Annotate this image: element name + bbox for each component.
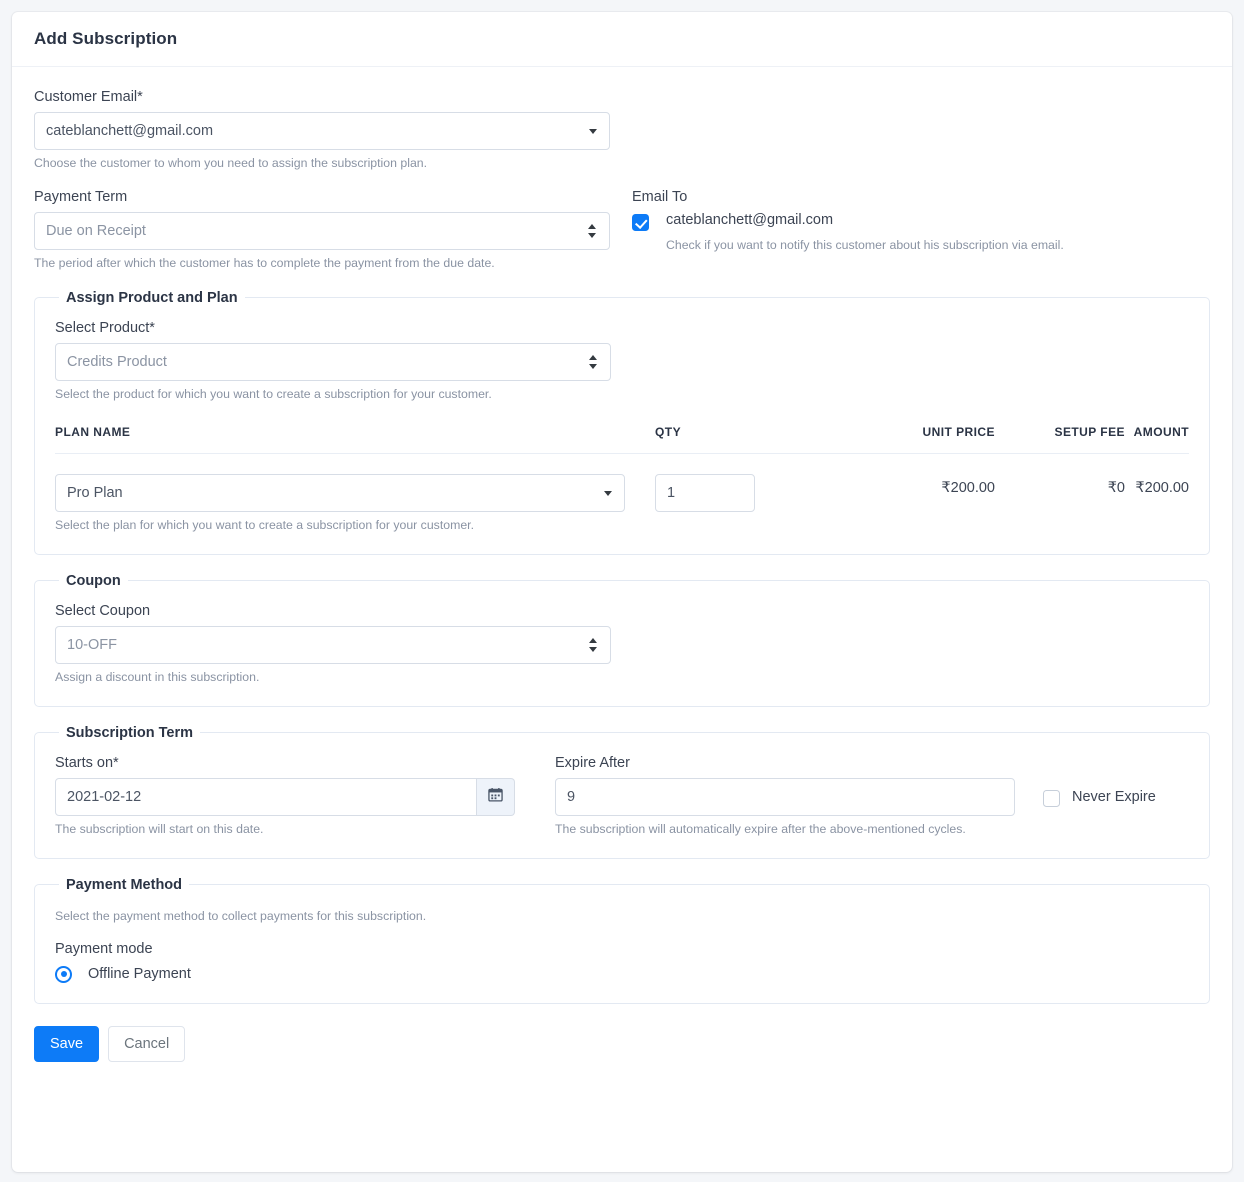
never-expire-label: Never Expire [1072,789,1156,806]
assign-product-and-plan-fieldset: Assign Product and Plan Select Product* … [34,289,1210,555]
payment-mode-option-offline[interactable]: Offline Payment [55,965,1189,983]
starts-on-value: 2021-02-12 [67,788,142,805]
plan-name-value: Pro Plan [67,484,123,501]
email-to-label: Email To [632,188,688,205]
cancel-button[interactable]: Cancel [108,1025,186,1062]
email-to-hint: Check if you want to notify this custome… [666,237,1064,252]
chevron-updown-icon [589,636,599,654]
plan-table-header-setup-fee: SETUP FEE [995,424,1125,454]
expire-after-value: 9 [567,788,576,805]
never-expire-group[interactable]: Never Expire [1043,788,1156,807]
select-product-group: Select Product* Credits Product Select t… [55,320,611,403]
payment-term-label: Payment Term [34,188,128,205]
select-coupon-label: Select Coupon [55,602,151,619]
amount-cell: ₹200.00 [1135,479,1189,496]
form-actions: Save Cancel [34,1022,1210,1062]
assign-product-legend: Assign Product and Plan [66,289,238,306]
table-row: Pro Plan Select the plan for which you w… [55,453,1189,533]
customer-email-hint: Choose the customer to whom you need to … [34,156,428,170]
customer-email-label: Customer Email* [34,89,143,105]
plan-table: PLAN NAME QTY UNIT PRICE SETUP FEE AMOUN… [55,424,1189,534]
select-product-hint: Select the product for which you want to… [55,386,492,401]
select-product-select[interactable]: Credits Product [55,342,611,381]
payment-mode-label: Payment mode [55,940,153,957]
payment-method-legend: Payment Method [66,876,183,893]
qty-input[interactable] [655,473,755,512]
payment-term-select[interactable]: Due on Receipt [34,211,610,250]
email-to-checkbox-row[interactable]: cateblanchett@gmail.com [632,212,1210,231]
subscription-term-legend: Subscription Term [66,724,194,741]
coupon-fieldset: Coupon Select Coupon 10-OFF Assign a dis… [34,572,1210,707]
expire-after-hint: The subscription will automatically expi… [555,821,966,836]
chevron-updown-icon [589,353,599,371]
starts-on-input[interactable]: 2021-02-12 [55,777,477,816]
card-body: Customer Email* cateblanchett@gmail.com … [12,67,1232,1084]
plan-table-header-qty: QTY [655,424,845,454]
select-product-value: Credits Product [67,353,167,370]
starts-on-hint: The subscription will start on this date… [55,821,264,836]
select-coupon-select[interactable]: 10-OFF [55,625,611,664]
save-button[interactable]: Save [34,1025,100,1062]
plan-table-header-plan-name: PLAN NAME [55,424,655,454]
customer-email-value: cateblanchett@gmail.com [46,123,214,139]
starts-on-group: Starts on* 2021-02-12 The subscription w… [55,755,515,838]
select-coupon-value: 10-OFF [67,636,117,653]
plan-table-header-amount: AMOUNT [1125,424,1189,454]
subscription-term-row: Starts on* 2021-02-12 The subscription w… [55,755,1189,838]
chevron-updown-icon [588,222,598,240]
plan-name-cell: Pro Plan Select the plan for which you w… [55,453,655,533]
customer-email-group: Customer Email* cateblanchett@gmail.com … [34,89,610,172]
payment-term-hint: The period after which the customer has … [34,255,495,270]
offline-payment-label: Offline Payment [88,966,191,983]
payment-term-value: Due on Receipt [46,222,146,239]
coupon-legend: Coupon [66,572,121,589]
never-expire-checkbox[interactable] [1043,789,1060,807]
starts-on-label: Starts on* [55,754,119,771]
email-to-email-label: cateblanchett@gmail.com [666,211,834,228]
payment-method-fieldset: Payment Method Select the payment method… [34,876,1210,1004]
plan-table-header-unit-price: UNIT PRICE [845,424,995,454]
expire-after-input[interactable]: 9 [555,777,1015,816]
customer-email-select[interactable]: cateblanchett@gmail.com [34,112,610,150]
add-subscription-card: Add Subscription Customer Email* catebla… [12,12,1232,1172]
plan-table-header-row: PLAN NAME QTY UNIT PRICE SETUP FEE AMOUN… [55,424,1189,454]
setup-fee-cell: ₹0 [1107,479,1125,496]
calendar-icon [488,787,503,807]
starts-on-input-group: 2021-02-12 [55,777,515,816]
plan-name-hint: Select the plan for which you want to cr… [55,517,474,532]
email-to-checkbox[interactable] [632,213,649,231]
email-to-group: Email To cateblanchett@gmail.com Check i… [610,189,1210,272]
payment-term-group: Payment Term Due on Receipt The period a… [34,189,610,272]
card-header: Add Subscription [12,12,1232,67]
plan-name-select[interactable]: Pro Plan [55,473,625,512]
offline-payment-radio[interactable] [55,965,72,983]
qty-cell [655,453,845,533]
select-coupon-hint: Assign a discount in this subscription. [55,669,260,684]
payment-term-row: Payment Term Due on Receipt The period a… [34,189,1210,272]
page-title: Add Subscription [34,29,178,48]
expire-after-label: Expire After [555,754,630,771]
unit-price-cell: ₹200.00 [941,479,995,496]
payment-method-description: Select the payment method to collect pay… [55,908,427,923]
calendar-picker-button[interactable] [477,777,515,816]
subscription-term-fieldset: Subscription Term Starts on* 2021-02-12 [34,724,1210,859]
select-product-label: Select Product* [55,319,155,336]
select-coupon-group: Select Coupon 10-OFF Assign a discount i… [55,603,611,686]
expire-after-group: Expire After 9 The subscription will aut… [555,755,1015,838]
